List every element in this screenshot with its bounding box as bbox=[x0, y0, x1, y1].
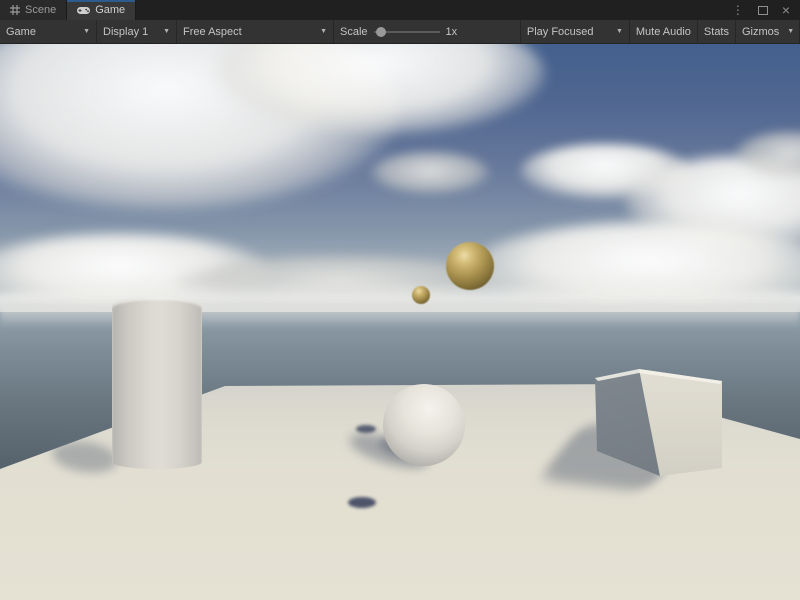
chevron-down-icon: ▼ bbox=[787, 28, 794, 35]
play-focused-dropdown[interactable]: Play Focused ▼ bbox=[520, 20, 630, 43]
mute-audio-button[interactable]: Mute Audio bbox=[630, 20, 698, 43]
scale-value: 1x bbox=[446, 26, 458, 38]
maximize-icon[interactable] bbox=[758, 6, 768, 15]
scale-slider[interactable] bbox=[374, 31, 440, 33]
scale-slider-knob[interactable] bbox=[376, 27, 386, 37]
gold-sphere-large bbox=[446, 242, 494, 290]
toolbar-spacer bbox=[463, 20, 520, 43]
window-controls: ⋮ × bbox=[732, 0, 800, 20]
chevron-down-icon: ▼ bbox=[83, 28, 90, 35]
display-target-dropdown[interactable]: Game ▼ bbox=[0, 20, 97, 43]
game-viewport[interactable] bbox=[0, 44, 800, 600]
cloud bbox=[370, 152, 490, 194]
white-sphere bbox=[383, 384, 465, 466]
gizmos-dropdown[interactable]: Gizmos ▼ bbox=[736, 20, 800, 43]
aspect-ratio-dropdown[interactable]: Free Aspect ▼ bbox=[177, 20, 334, 43]
tabbar-spacer bbox=[136, 0, 732, 20]
stats-label: Stats bbox=[704, 26, 729, 38]
white-cylinder bbox=[112, 297, 202, 469]
scale-control: Scale 1x bbox=[334, 20, 463, 43]
aspect-ratio-label: Free Aspect bbox=[183, 26, 242, 38]
gamepad-icon bbox=[77, 6, 90, 15]
tab-game-label: Game bbox=[95, 4, 125, 16]
tab-scene[interactable]: Scene bbox=[0, 0, 67, 20]
stats-button[interactable]: Stats bbox=[698, 20, 736, 43]
gold-sphere-small bbox=[412, 286, 430, 304]
tab-game[interactable]: Game bbox=[67, 0, 136, 20]
display-select-label: Display 1 bbox=[103, 26, 148, 38]
display-target-label: Game bbox=[6, 26, 36, 38]
gizmos-label: Gizmos bbox=[742, 26, 779, 38]
chevron-down-icon: ▼ bbox=[616, 28, 623, 35]
tab-bar: Scene Game ⋮ × bbox=[0, 0, 800, 20]
chevron-down-icon: ▼ bbox=[320, 28, 327, 35]
scale-label: Scale bbox=[340, 26, 368, 38]
tab-scene-label: Scene bbox=[25, 4, 56, 16]
display-select-dropdown[interactable]: Display 1 ▼ bbox=[97, 20, 177, 43]
gold-sphere-shadow-large bbox=[348, 497, 376, 508]
game-view-toolbar: Game ▼ Display 1 ▼ Free Aspect ▼ Scale 1… bbox=[0, 20, 800, 44]
gold-sphere-shadow-small bbox=[356, 425, 376, 433]
chevron-down-icon: ▼ bbox=[163, 28, 170, 35]
kebab-menu-icon[interactable]: ⋮ bbox=[732, 4, 744, 16]
grid-icon bbox=[10, 5, 20, 15]
close-icon[interactable]: × bbox=[782, 3, 790, 17]
unity-game-window: Scene Game ⋮ × Game ▼ Disp bbox=[0, 0, 800, 600]
mute-audio-label: Mute Audio bbox=[636, 26, 691, 38]
play-focused-label: Play Focused bbox=[527, 26, 594, 38]
